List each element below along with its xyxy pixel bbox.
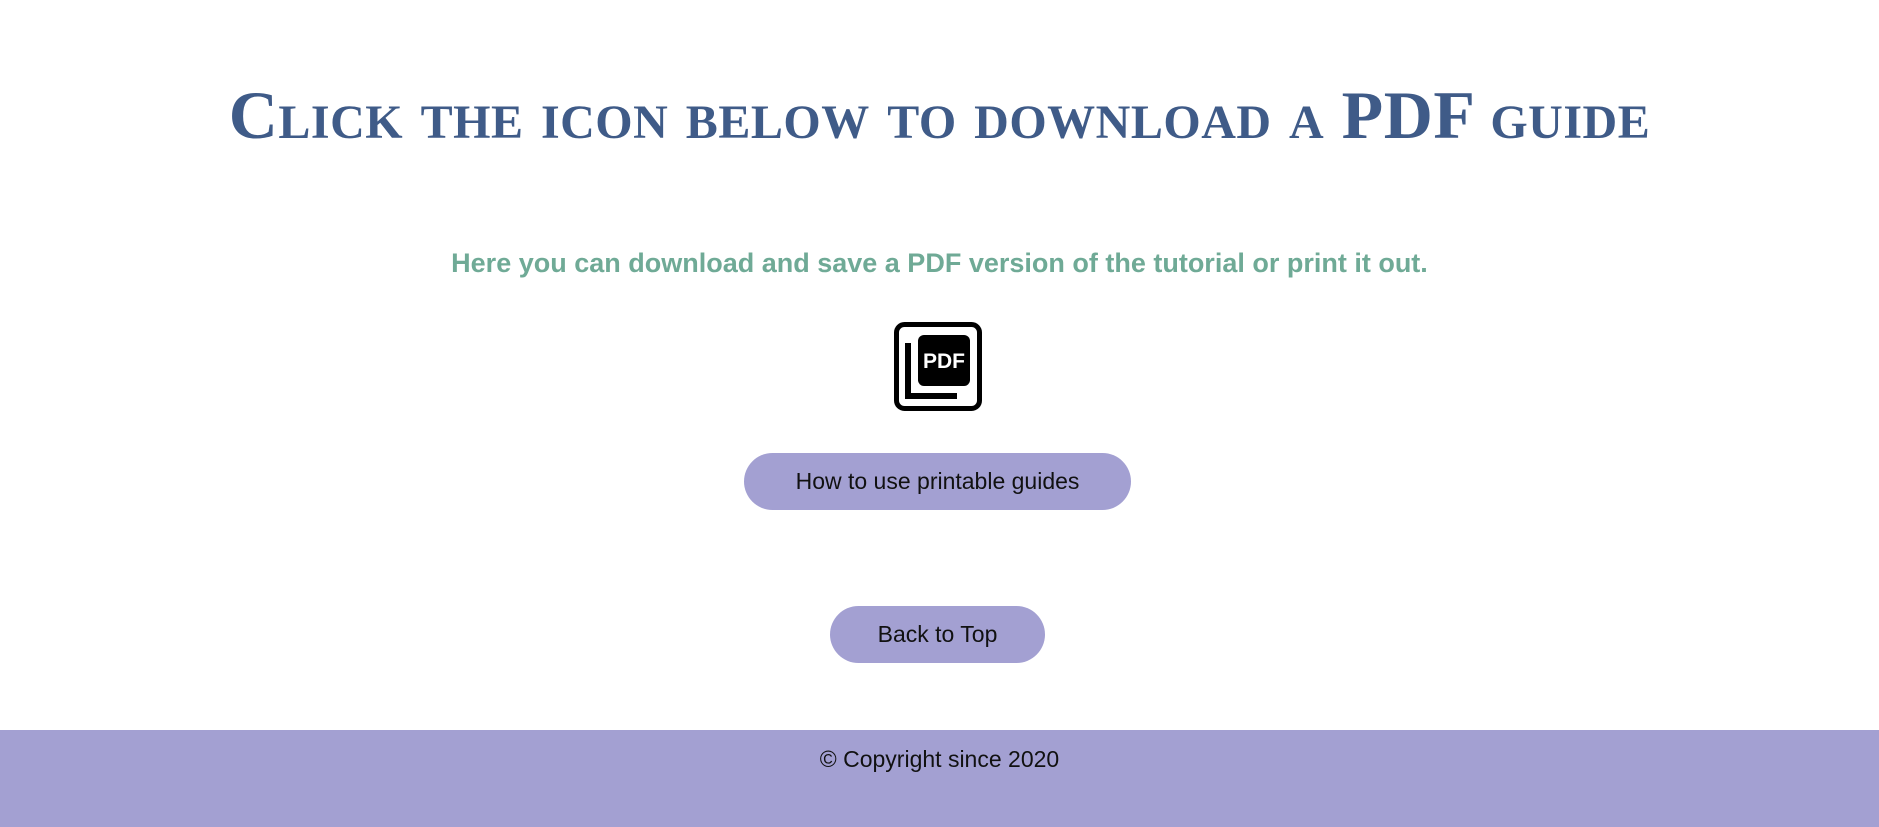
pdf-download-link[interactable]: PDF (894, 322, 982, 411)
page-subtitle: Here you can download and save a PDF ver… (451, 248, 1428, 278)
footer: © Copyright since 2020 (0, 730, 1879, 827)
main-content: Click the icon below to download a PDF g… (0, 0, 1879, 730)
page-title: Click the icon below to download a PDF g… (228, 77, 1651, 153)
printable-guides-button[interactable]: How to use printable guides (744, 453, 1131, 510)
copyright-text: © Copyright since 2020 (819, 746, 1060, 772)
pdf-icon-label: PDF (923, 350, 965, 373)
back-to-top-button[interactable]: Back to Top (830, 606, 1045, 663)
pdf-file-icon: PDF (894, 322, 982, 411)
